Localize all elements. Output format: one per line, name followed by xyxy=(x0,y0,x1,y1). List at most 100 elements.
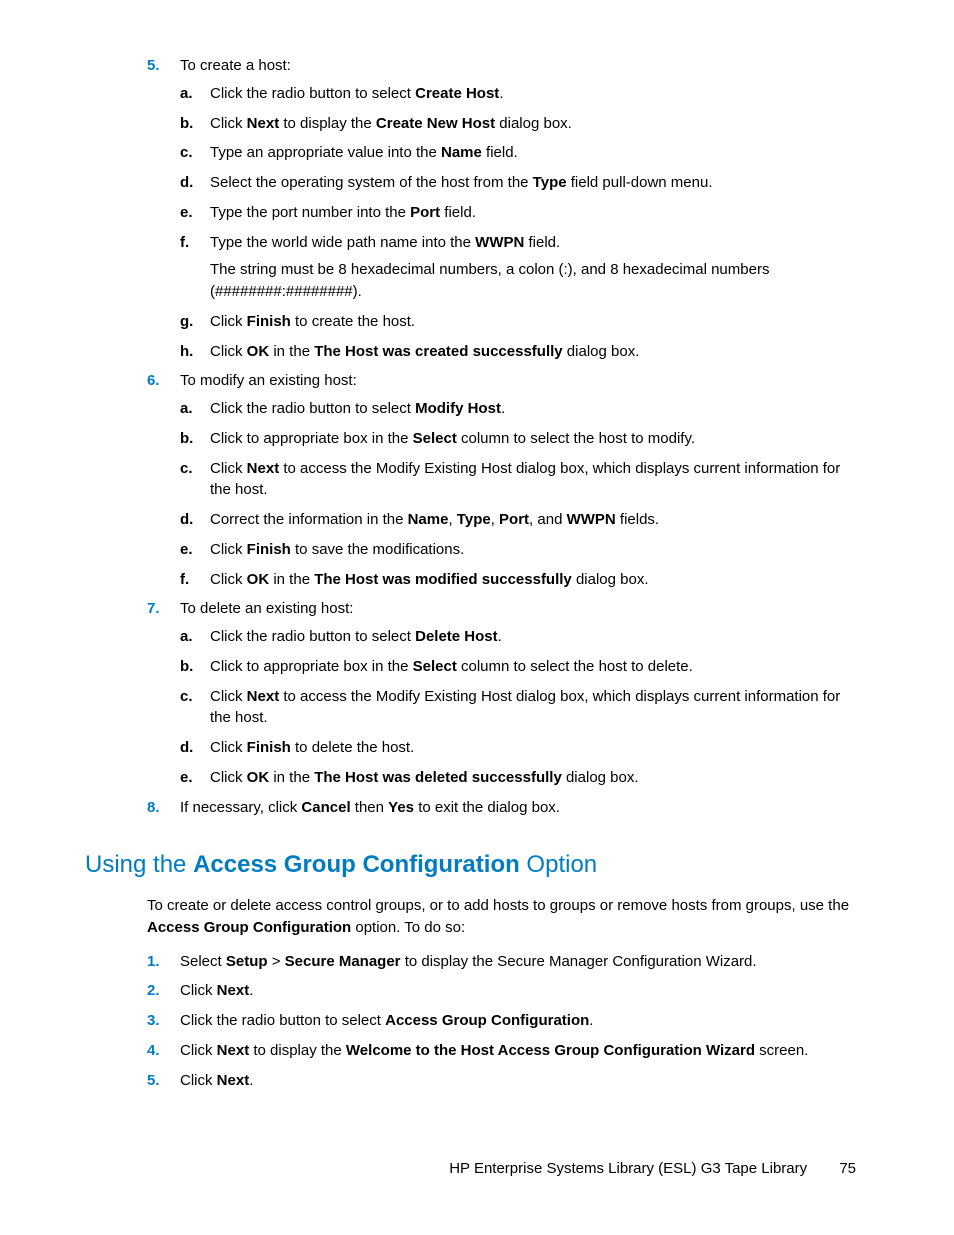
outer-numbered-list: 5. To create a host: a. Click the radio … xyxy=(85,55,854,818)
marker-6c: c. xyxy=(180,458,193,480)
bold: Name xyxy=(441,144,482,161)
bold: Setup xyxy=(226,953,268,970)
text: to display the xyxy=(279,115,376,132)
step-8: 8. If necessary, click Cancel then Yes t… xyxy=(85,797,854,819)
step-5f: f. Type the world wide path name into th… xyxy=(180,232,854,303)
text: . xyxy=(249,1072,253,1089)
step-7-substeps: a. Click the radio button to select Dele… xyxy=(180,626,854,789)
bold: Next xyxy=(217,1072,250,1089)
text: field. xyxy=(482,144,518,161)
text: Click xyxy=(210,115,247,132)
text: to access the Modify Existing Host dialo… xyxy=(210,688,840,727)
text: Type an appropriate value into the xyxy=(210,144,441,161)
marker-s4: 4. xyxy=(147,1040,160,1062)
marker-7e: e. xyxy=(180,767,193,789)
bold: Access Group Configuration xyxy=(385,1012,589,1029)
bold: OK xyxy=(247,769,270,786)
text: . xyxy=(501,400,505,417)
step-6b: b. Click to appropriate box in the Selec… xyxy=(180,428,854,450)
text: Click xyxy=(210,739,247,756)
text: to access the Modify Existing Host dialo… xyxy=(210,460,840,499)
text: Click xyxy=(180,982,217,999)
section-heading: Using the Access Group Configuration Opt… xyxy=(85,848,854,883)
text: , xyxy=(491,511,499,528)
text: Click the radio button to select xyxy=(180,1012,385,1029)
marker-s2: 2. xyxy=(147,980,160,1002)
bold: Create Host xyxy=(415,85,499,102)
bold: Welcome to the Host Access Group Configu… xyxy=(346,1042,755,1059)
step-5-substeps: a. Click the radio button to select Crea… xyxy=(180,83,854,363)
bold: Select xyxy=(413,430,457,447)
text: Select the operating system of the host … xyxy=(210,174,533,191)
text: to save the modifications. xyxy=(291,541,464,558)
step-6e: e. Click Finish to save the modification… xyxy=(180,539,854,561)
text: field. xyxy=(524,234,560,251)
marker-7b: b. xyxy=(180,656,193,678)
step-7-text: To delete an existing host: xyxy=(180,600,353,617)
bold: The Host was deleted successfully xyxy=(314,769,562,786)
section-step-3: 3. Click the radio button to select Acce… xyxy=(85,1010,854,1032)
bold: Next xyxy=(247,460,280,477)
text: dialog box. xyxy=(572,571,649,588)
bold: Select xyxy=(413,658,457,675)
step-5-marker: 5. xyxy=(147,55,160,77)
bold: OK xyxy=(247,343,270,360)
text: , xyxy=(448,511,456,528)
text: field pull-down menu. xyxy=(567,174,713,191)
text: dialog box. xyxy=(563,343,640,360)
bold: Finish xyxy=(247,739,291,756)
marker-s3: 3. xyxy=(147,1010,160,1032)
bold: Access Group Configuration xyxy=(147,919,351,936)
step-5g: g. Click Finish to create the host. xyxy=(180,311,854,333)
text: to display the Secure Manager Configurat… xyxy=(401,953,757,970)
bold: Name xyxy=(408,511,449,528)
marker-6a: a. xyxy=(180,398,193,420)
bold: Port xyxy=(410,204,440,221)
step-5f-note: The string must be 8 hexadecimal numbers… xyxy=(210,259,854,303)
marker-5h: h. xyxy=(180,341,193,363)
text: If necessary, click xyxy=(180,799,301,816)
bold: Modify Host xyxy=(415,400,501,417)
heading-bold: Access Group Configuration xyxy=(193,851,520,878)
footer-text: HP Enterprise Systems Library (ESL) G3 T… xyxy=(449,1160,807,1177)
step-6d: d. Correct the information in the Name, … xyxy=(180,509,854,531)
bold: Delete Host xyxy=(415,628,498,645)
step-6: 6. To modify an existing host: a. Click … xyxy=(85,370,854,590)
heading-text: Using the xyxy=(85,851,193,878)
text: dialog box. xyxy=(495,115,572,132)
marker-7c: c. xyxy=(180,686,193,708)
step-7e: e. Click OK in the The Host was deleted … xyxy=(180,767,854,789)
marker-6e: e. xyxy=(180,539,193,561)
bold: OK xyxy=(247,571,270,588)
step-5c: c. Type an appropriate value into the Na… xyxy=(180,142,854,164)
text: . xyxy=(498,628,502,645)
text: Click xyxy=(210,313,247,330)
step-5: 5. To create a host: a. Click the radio … xyxy=(85,55,854,362)
text: Correct the information in the xyxy=(210,511,408,528)
text: . xyxy=(499,85,503,102)
text: Click xyxy=(180,1072,217,1089)
section-intro: To create or delete access control group… xyxy=(85,895,854,939)
bold: Port xyxy=(499,511,529,528)
text: Click to appropriate box in the xyxy=(210,430,413,447)
text: Click the radio button to select xyxy=(210,85,415,102)
document-page: 5. To create a host: a. Click the radio … xyxy=(0,0,954,1235)
marker-5e: e. xyxy=(180,202,193,224)
step-6a: a. Click the radio button to select Modi… xyxy=(180,398,854,420)
bold: Type xyxy=(457,511,491,528)
step-6-text: To modify an existing host: xyxy=(180,372,357,389)
step-5e: e. Type the port number into the Port fi… xyxy=(180,202,854,224)
bold: Next xyxy=(217,1042,250,1059)
page-number: 75 xyxy=(839,1160,856,1177)
step-6f: f. Click OK in the The Host was modified… xyxy=(180,569,854,591)
step-7-marker: 7. xyxy=(147,598,160,620)
marker-s5: 5. xyxy=(147,1070,160,1092)
bold: Type xyxy=(533,174,567,191)
text: then xyxy=(351,799,389,816)
bold: Finish xyxy=(247,541,291,558)
text: , and xyxy=(529,511,567,528)
text: To create or delete access control group… xyxy=(147,897,849,914)
text: screen. xyxy=(755,1042,808,1059)
text: Type the port number into the xyxy=(210,204,410,221)
marker-5d: d. xyxy=(180,172,193,194)
